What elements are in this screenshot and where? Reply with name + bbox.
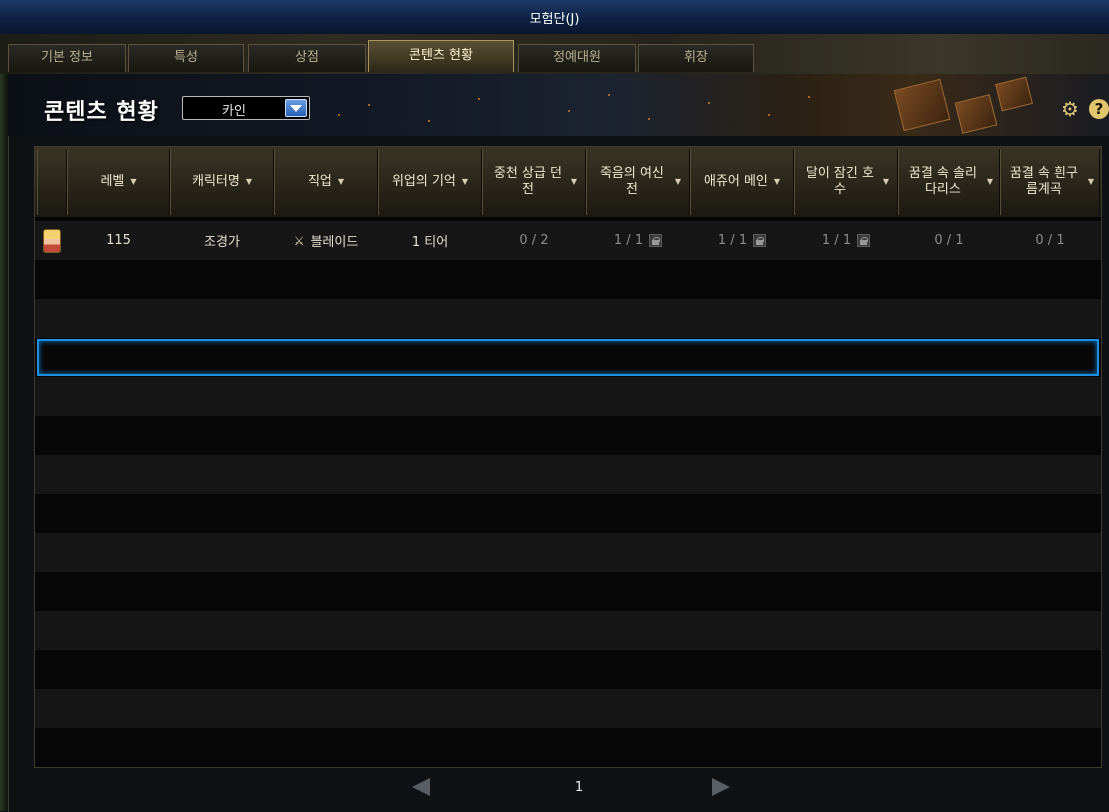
- help-icon[interactable]: ?: [1089, 99, 1109, 119]
- azure-main-cell: 1 / 1: [690, 221, 794, 260]
- sort-caret-icon: ▼: [1087, 177, 1095, 186]
- table-row[interactable]: [35, 416, 1101, 455]
- tab-shop[interactable]: 상점: [248, 44, 366, 72]
- death-goddess-cell: 1 / 1: [586, 221, 690, 260]
- left-edge-decoration: [0, 74, 8, 811]
- pagination: 1: [34, 768, 1102, 808]
- sort-caret-icon: ▼: [986, 177, 994, 186]
- column-header-death-goddess-temple[interactable]: 죽음의 여신전 ▼: [586, 149, 690, 215]
- sort-caret-icon: ▼: [461, 177, 469, 186]
- column-header-dream-white-cloud-valley[interactable]: 꿈결 속 흰구름계곡 ▼: [1000, 149, 1100, 215]
- column-header-label: 직업: [307, 174, 332, 189]
- job-label: 블레이드: [310, 235, 359, 250]
- chevron-down-icon[interactable]: [285, 99, 307, 117]
- sort-caret-icon: ▼: [674, 177, 682, 186]
- solidaris-cell: 0 / 1: [934, 233, 964, 248]
- window-title: 모험단(J): [529, 12, 580, 27]
- page-title: 콘텐츠 현황: [44, 100, 159, 125]
- tab-bar: 기본 정보 특성 상점 콘텐츠 현황 정예대원 휘장: [0, 34, 1109, 74]
- window-title-bar[interactable]: 모험단(J): [0, 0, 1109, 35]
- column-header-job[interactable]: 직업 ▼: [274, 149, 378, 215]
- column-header-label: 애쥬어 메인: [703, 174, 768, 189]
- column-header-jungcheon-advanced-dungeon[interactable]: 중천 상급 던전 ▼: [482, 149, 586, 215]
- lock-icon: [857, 234, 871, 247]
- selected-row-highlight: [37, 339, 1099, 376]
- sort-caret-icon: ▼: [773, 177, 781, 186]
- header-banner: [8, 74, 1109, 136]
- character-avatar-cell: [37, 221, 67, 260]
- clear-count: 1 / 1: [717, 233, 748, 248]
- column-header-label: 위업의 기억: [391, 174, 456, 189]
- tab-basic-info[interactable]: 기본 정보: [8, 44, 126, 72]
- table-row[interactable]: [35, 611, 1101, 650]
- column-header-label: 달이 잠긴 호수: [805, 166, 874, 197]
- tab-traits[interactable]: 특성: [128, 44, 244, 72]
- table-row[interactable]: [35, 377, 1101, 416]
- column-header-label: 캐릭터명: [192, 174, 240, 189]
- gear-icon[interactable]: ⚙: [1061, 99, 1081, 119]
- table-row[interactable]: [35, 572, 1101, 611]
- column-header-label: 죽음의 여신전: [599, 166, 664, 197]
- column-header-azure-main[interactable]: 애쥬어 메인 ▼: [690, 149, 794, 215]
- lock-icon: [753, 234, 767, 247]
- table-row[interactable]: [35, 650, 1101, 689]
- table-row[interactable]: [35, 260, 1101, 299]
- column-header-character-name[interactable]: 캐릭터명 ▼: [170, 149, 274, 215]
- page-number: 1: [574, 780, 584, 795]
- table-row[interactable]: 115 조경가 ⚔ 블레이드 1 티어 0 / 2 1 / 1 1 / 1 1 /…: [35, 221, 1101, 260]
- sort-caret-icon: ▼: [130, 177, 137, 186]
- clear-count: 1 / 1: [613, 233, 644, 248]
- clear-count: 1 / 1: [821, 233, 852, 248]
- content-table: 레벨 ▼ 캐릭터명 ▼ 직업 ▼ 위업의 기억 ▼ 중천 상급 던전 ▼ 죽음의 여신전 ▼…: [34, 146, 1102, 768]
- level-cell: 115: [106, 233, 131, 248]
- server-select-value: 카인: [222, 104, 246, 119]
- sort-caret-icon: ▼: [570, 177, 578, 186]
- next-page-icon[interactable]: [712, 778, 730, 796]
- moon-lake-cell: 1 / 1: [794, 221, 898, 260]
- table-row[interactable]: [35, 728, 1101, 767]
- column-header-dream-solidaris[interactable]: 꿈결 속 솔리다리스 ▼: [898, 149, 1000, 215]
- prev-page-icon[interactable]: [412, 778, 430, 796]
- table-row[interactable]: [35, 494, 1101, 533]
- avatar: [43, 228, 61, 253]
- column-header-label: 레벨: [100, 174, 125, 189]
- tab-emblem[interactable]: 휘장: [638, 44, 754, 72]
- jungcheon-cell: 0 / 2: [519, 233, 549, 248]
- blade-class-icon: ⚔: [293, 233, 305, 248]
- table-row[interactable]: [35, 533, 1101, 572]
- column-header-avatar: [37, 149, 67, 215]
- feat-memory-cell: 1 티어: [411, 235, 449, 250]
- column-header-moon-sunken-lake[interactable]: 달이 잠긴 호수 ▼: [794, 149, 898, 215]
- column-header-label: 중천 상급 던전: [493, 166, 562, 197]
- table-row[interactable]: [35, 455, 1101, 494]
- column-header-feat-memory[interactable]: 위업의 기억 ▼: [378, 149, 482, 215]
- character-name-cell: 조경가: [204, 235, 240, 250]
- tab-elite-members[interactable]: 정예대원: [518, 44, 636, 72]
- sort-caret-icon: ▼: [337, 177, 345, 186]
- column-header-label: 꿈결 속 흰구름계곡: [1009, 166, 1078, 197]
- job-cell: ⚔ 블레이드: [274, 221, 378, 260]
- sort-caret-icon: ▼: [245, 177, 252, 186]
- lock-icon: [649, 234, 663, 247]
- table-row[interactable]: [35, 299, 1101, 338]
- white-cloud-cell: 0 / 1: [1035, 233, 1065, 248]
- server-select[interactable]: 카인: [182, 96, 310, 120]
- column-header-label: 꿈결 속 솔리다리스: [908, 166, 977, 197]
- sort-caret-icon: ▼: [882, 177, 890, 186]
- table-header: 레벨 ▼ 캐릭터명 ▼ 직업 ▼ 위업의 기억 ▼ 중천 상급 던전 ▼ 죽음의 여신전 ▼…: [35, 147, 1101, 217]
- tab-content-status[interactable]: 콘텐츠 현황: [368, 40, 514, 72]
- column-header-level[interactable]: 레벨 ▼: [67, 149, 170, 215]
- table-row[interactable]: [35, 689, 1101, 728]
